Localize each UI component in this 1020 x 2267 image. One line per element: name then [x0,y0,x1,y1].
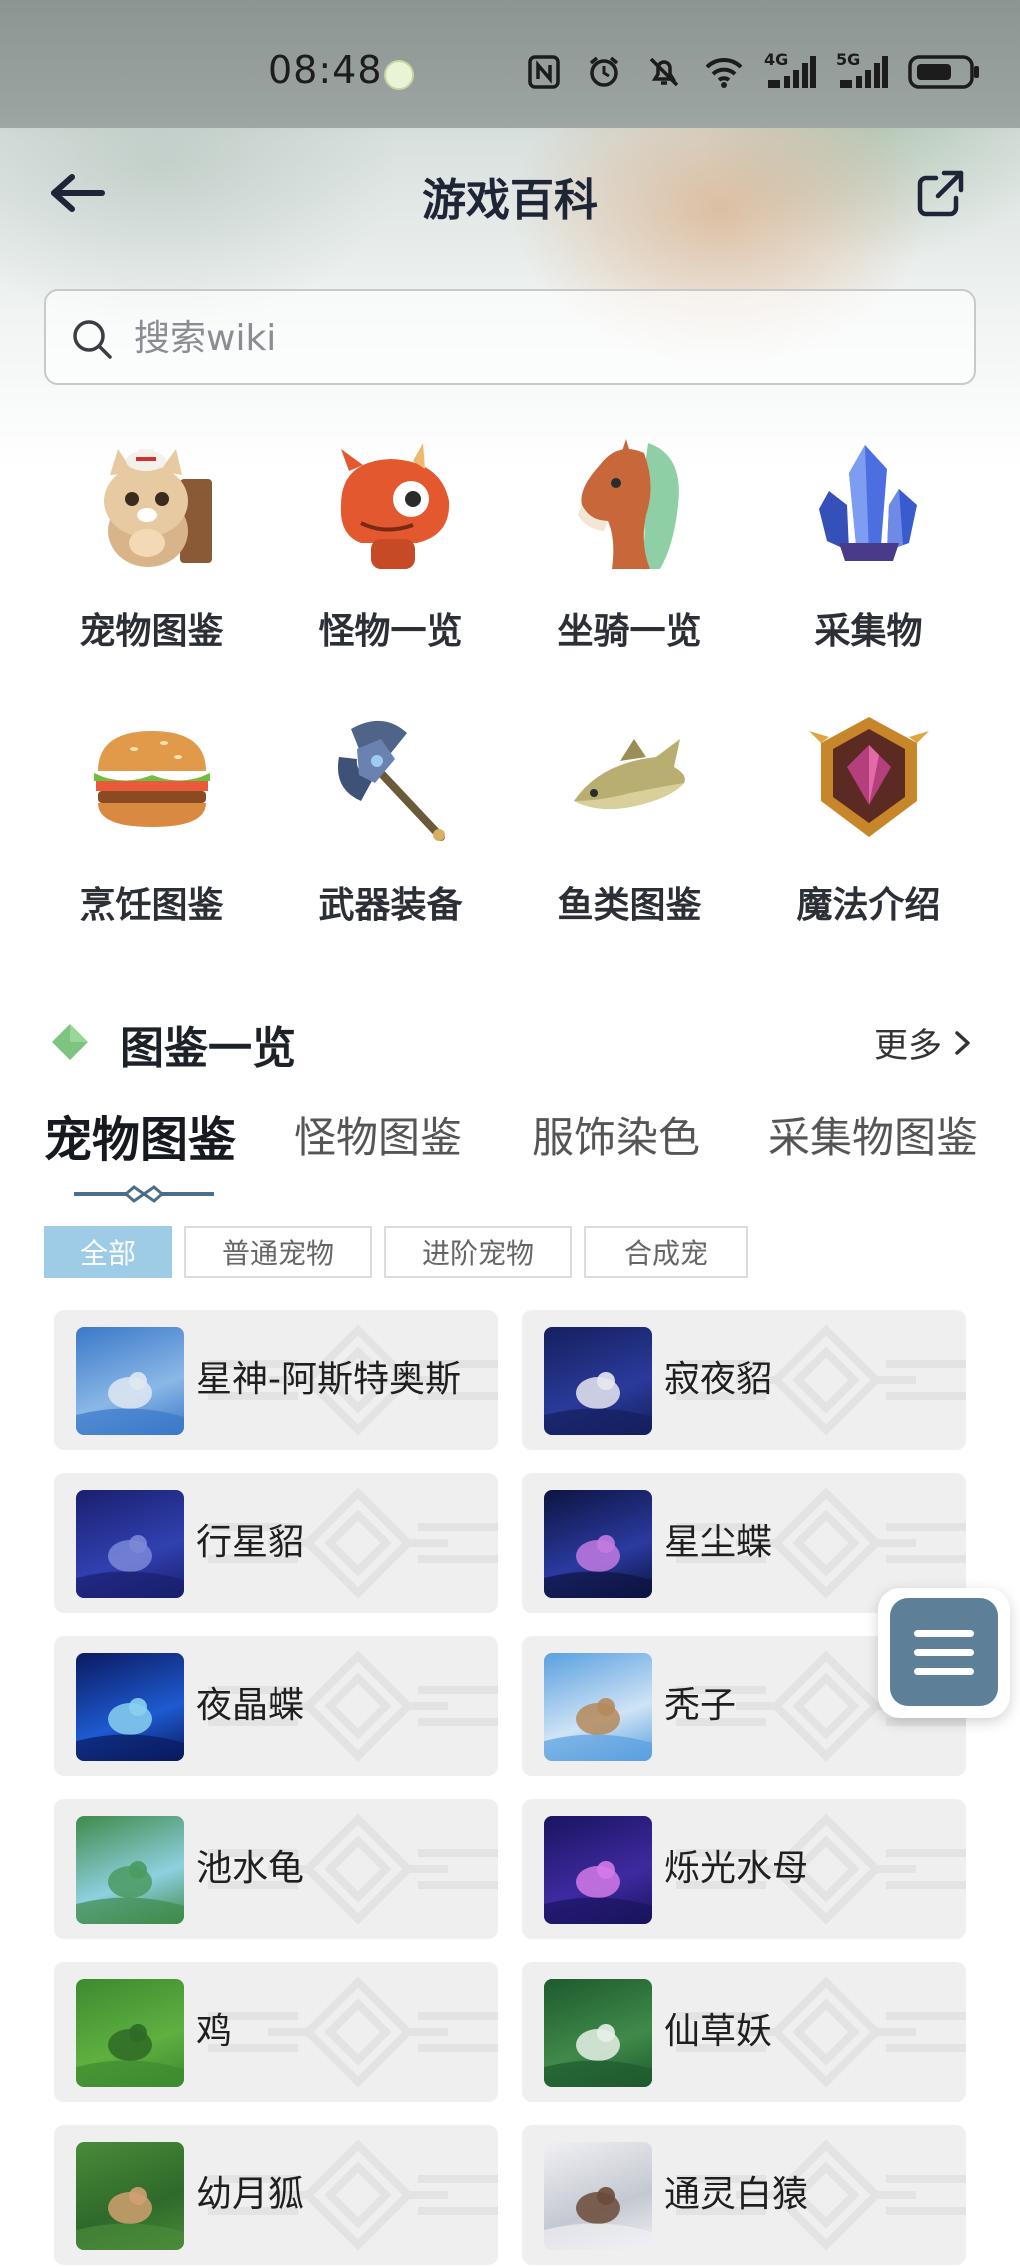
category-weapon-gear[interactable]: 武器装备 [271,704,510,978]
category-label: 魔法介绍 [796,885,941,926]
pet-card[interactable]: 幼月狐 [54,2125,498,2265]
category-mount-list[interactable]: 坐骑一览 [510,430,749,704]
category-cooking-guide[interactable]: 烹饪图鉴 [32,704,271,978]
pet-thumbnail [76,1327,184,1435]
share-icon [917,170,964,217]
category-label: 武器装备 [318,885,463,926]
pet-card[interactable]: 烁光水母 [522,1799,966,1939]
pet-guide-icon [77,430,227,580]
tab-bar: 宠物图鉴 怪物图鉴 服饰染色 采集物图鉴 [44,1104,1004,1224]
search-input[interactable] [134,313,934,363]
pet-thumbnail [76,1979,184,2087]
tab-pet-guide[interactable]: 宠物图鉴 [44,1100,236,1170]
pet-thumbnail [76,1490,184,1598]
burger-icon [77,704,227,854]
category-gathering[interactable]: 采集物 [749,430,988,704]
pet-card[interactable]: 寂夜貂 [522,1310,966,1450]
floating-menu-button[interactable] [878,1588,1010,1718]
page-title: 游戏百科 [422,175,598,226]
signal-5g-icon: 5G [836,50,888,90]
pet-card[interactable]: 夜晶蝶 [54,1636,498,1776]
search-icon [73,320,112,359]
category-monster-list[interactable]: 怪物一览 [271,430,510,704]
more-label: 更多 [874,1026,942,1066]
pet-thumbnail [544,1327,652,1435]
nfc-icon [524,54,564,90]
category-label: 烹饪图鉴 [79,885,224,926]
monster-icon [316,430,466,580]
filter-chip-fusion[interactable]: 合成宠 [584,1226,749,1278]
tab-outfit-dye[interactable]: 服饰染色 [532,1104,700,1165]
pet-card[interactable]: 池水龟 [54,1799,498,1939]
pet-name: 通灵白猿 [664,2174,809,2215]
chevron-right-icon [955,1030,970,1055]
category-grid: 宠物图鉴 怪物一览 坐骑一览 采集物 烹饪图鉴 武器装备 鱼类图鉴 魔法介绍 [32,430,988,978]
status-bar: 08:48 4G 5G [0,0,1020,128]
pet-thumbnail [76,1816,184,1924]
pet-card[interactable]: 行星貂 [54,1473,498,1613]
share-button[interactable] [916,168,966,218]
pet-name: 鸡 [196,2011,233,2052]
category-fish-guide[interactable]: 鱼类图鉴 [510,704,749,978]
category-label: 采集物 [814,611,923,652]
category-label: 宠物图鉴 [79,611,224,652]
pet-name: 星神-阿斯特奥斯 [196,1359,461,1400]
tab-gathering-guide[interactable]: 采集物图鉴 [768,1104,978,1165]
battery-icon [908,54,980,90]
pet-thumbnail [544,1979,652,2087]
filter-chip-normal[interactable]: 普通宠物 [184,1226,373,1278]
status-icons: 4G 5G [524,50,980,92]
pet-list: 星神-阿斯特奥斯 寂夜貂 行星貂 星尘蝶 夜晶蝶 秃子 池水龟 烁光水母 鸡 仙… [54,1310,967,2265]
pet-name: 烁光水母 [664,1848,809,1889]
mount-icon [555,430,705,580]
category-magic-intro[interactable]: 魔法介绍 [749,704,988,978]
category-label: 鱼类图鉴 [557,885,702,926]
category-label: 怪物一览 [318,611,463,652]
pet-thumbnail [544,1816,652,1924]
fish-icon [555,704,705,854]
pet-name: 幼月狐 [196,2174,305,2215]
filter-chips: 全部 普通宠物 进阶宠物 合成宠 [44,1226,749,1278]
pet-name: 寂夜貂 [664,1359,773,1400]
category-label: 坐骑一览 [557,611,702,652]
menu-icon [890,1598,998,1706]
magic-badge-icon [794,704,944,854]
section-header: 图鉴一览 更多 [44,1008,974,1074]
category-pet-guide[interactable]: 宠物图鉴 [32,430,271,704]
pet-name: 夜晶蝶 [196,1685,305,1726]
pet-name: 仙草妖 [664,2011,773,2052]
pet-thumbnail [76,1653,184,1761]
pet-name: 行星貂 [196,1522,305,1563]
pet-card[interactable]: 鸡 [54,1962,498,2102]
wifi-icon [704,54,744,90]
status-time: 08:48 [268,48,383,92]
mute-icon [644,54,684,90]
diamond-icon [52,1024,88,1060]
pet-thumbnail [76,2142,184,2250]
header: 游戏百科 [0,128,1020,258]
alarm-icon [584,54,624,90]
filter-chip-all[interactable]: 全部 [44,1226,172,1278]
crystal-icon [794,430,944,580]
pet-thumbnail [544,1653,652,1761]
tab-monster-guide[interactable]: 怪物图鉴 [294,1104,462,1165]
section-title: 图鉴一览 [120,1023,296,1074]
pet-card[interactable]: 通灵白猿 [522,2125,966,2265]
more-link[interactable]: 更多 [874,1018,974,1067]
pet-card[interactable]: 仙草妖 [522,1962,966,2102]
signal-4g-icon: 4G [764,50,816,90]
notification-app-icon [384,60,414,90]
tab-indicator [74,1185,214,1203]
pet-thumbnail [544,2142,652,2250]
axe-icon [316,704,466,854]
pet-card[interactable]: 星神-阿斯特奥斯 [54,1310,498,1450]
pet-thumbnail [544,1490,652,1598]
filter-chip-advanced[interactable]: 进阶宠物 [384,1226,573,1278]
pet-name: 池水龟 [196,1848,305,1889]
search-box[interactable] [44,289,976,385]
